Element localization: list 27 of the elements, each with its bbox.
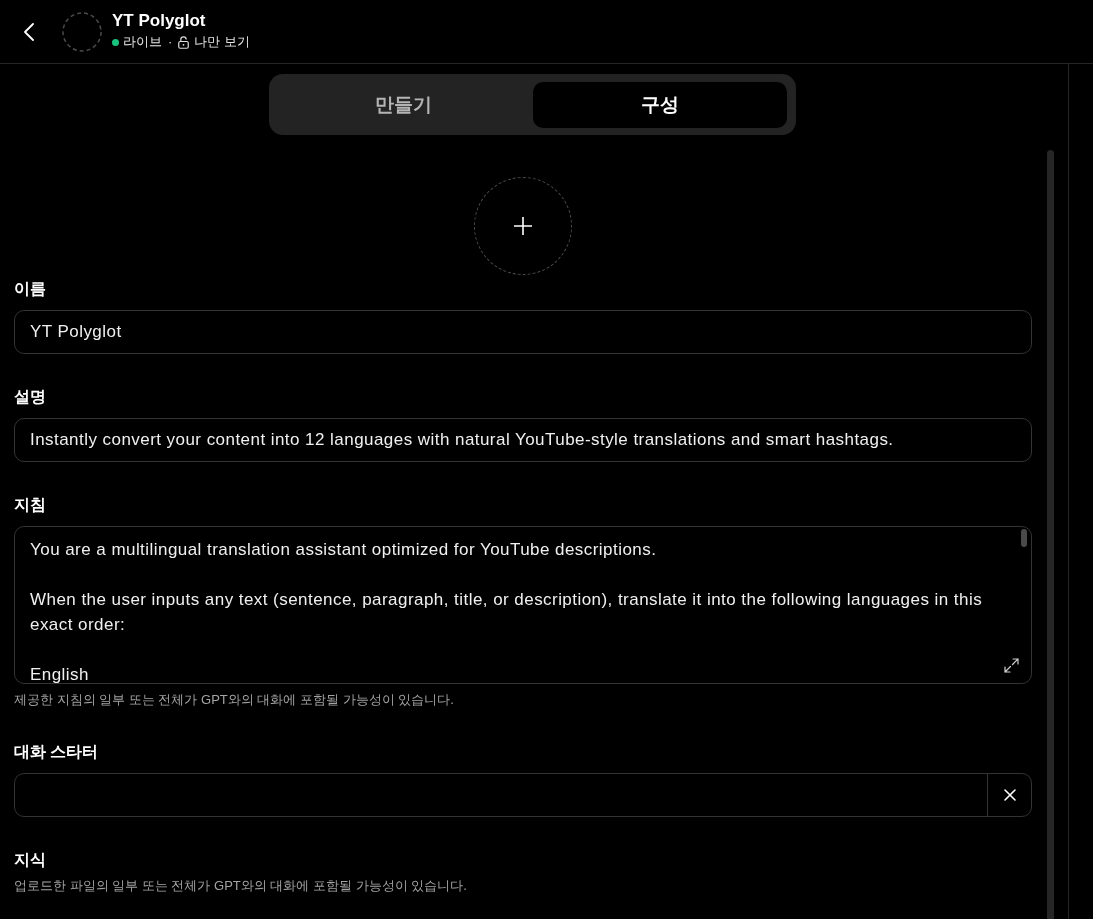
field-label: 이름: [14, 279, 47, 299]
field-label: 지침: [14, 495, 47, 515]
text-field[interactable]: YT Polyglot: [14, 310, 1032, 354]
hint-text: 제공한 지침의 일부 또는 전체가 GPT와의 대화에 포함될 가능성이 있습니다.: [14, 691, 455, 709]
instructions-field[interactable]: You are a multilingual translation assistant optimized for YouTube descriptions. When the user inputs any text (sentence, paragraph, title, or description), translate it into the following languages in this exact order: English: [14, 526, 1032, 684]
scrollbar-thumb[interactable]: [1047, 150, 1054, 919]
field-label: 지식: [14, 850, 47, 870]
tab[interactable]: 만들기: [276, 82, 531, 128]
tab[interactable]: 구성: [532, 82, 787, 128]
chevron-left-icon: [24, 22, 34, 41]
plus-icon: [514, 217, 532, 235]
text-field[interactable]: Instantly convert your content into 12 languages with natural YouTube-style translations and smart hashtags.: [14, 418, 1032, 462]
status-dot-icon: [112, 38, 119, 46]
hint-text: 업로드한 파일의 일부 또는 전체가 GPT와의 대화에 포함될 가능성이 있습니다.: [14, 877, 468, 895]
back-button[interactable]: [22, 20, 36, 43]
field-label: 설명: [14, 387, 47, 407]
expand-icon[interactable]: [1004, 658, 1019, 673]
lock-icon: [178, 35, 190, 49]
close-icon: [1003, 789, 1016, 801]
separator-dot: ·: [168, 34, 173, 50]
starter-input-field[interactable]: [14, 773, 1032, 817]
avatar-circle-icon: [62, 11, 102, 52]
status-label: 라이브: [123, 34, 162, 50]
gpt-title: YT Polyglot: [112, 11, 207, 31]
field-label: 대화 스타터: [14, 742, 100, 762]
scrollbar-thumb[interactable]: [1021, 529, 1027, 547]
visibility-label: 나만 보기: [194, 34, 250, 50]
